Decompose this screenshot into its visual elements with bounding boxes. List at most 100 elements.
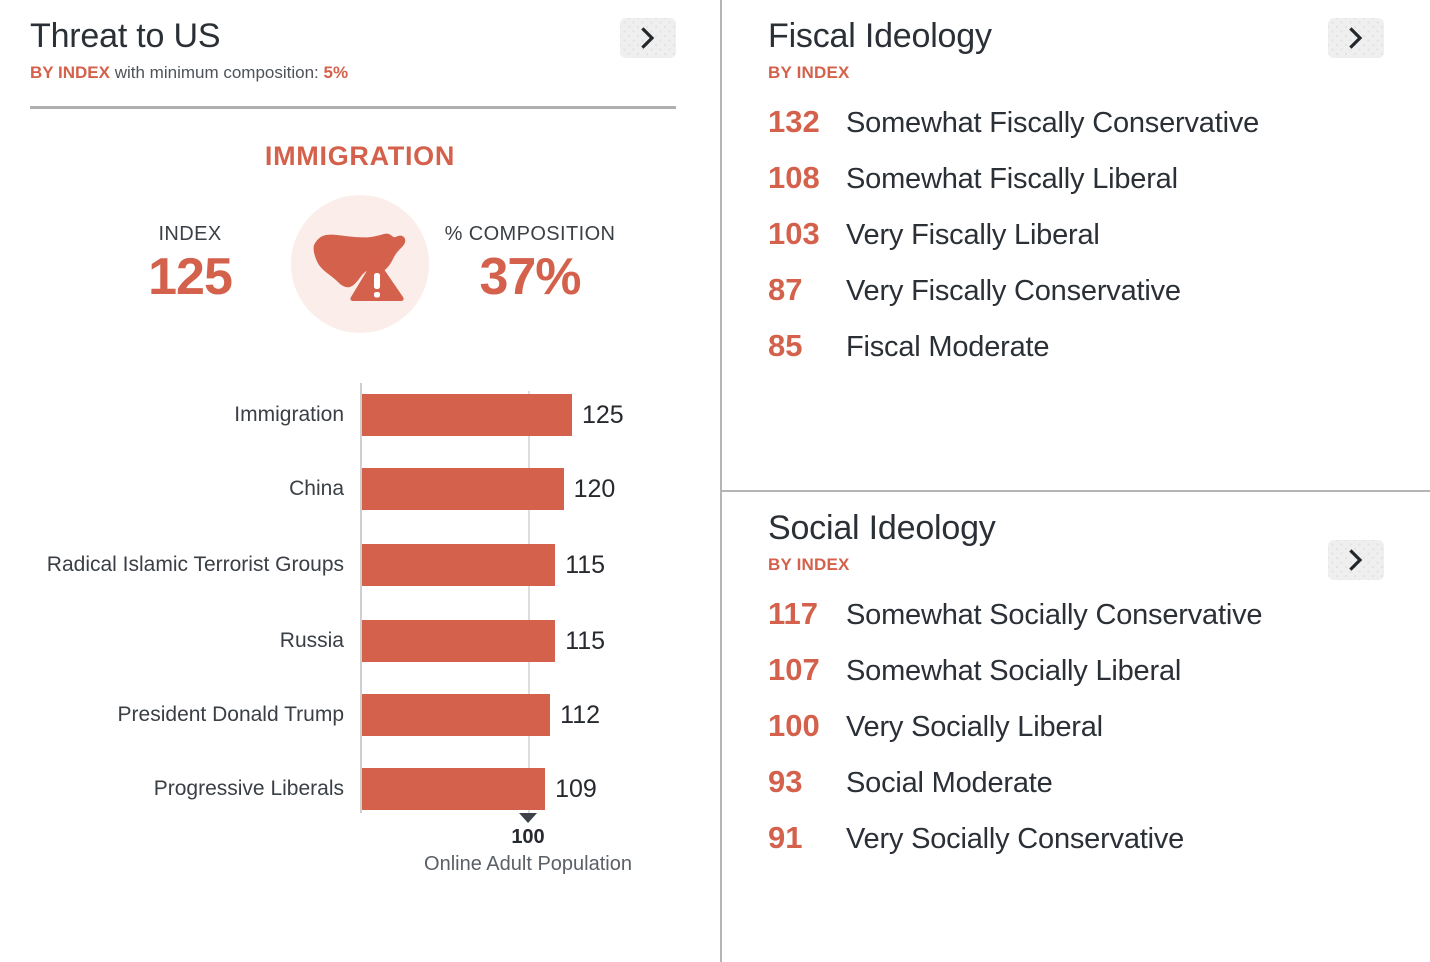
chart-axis-footer: 100 Online Adult Population — [424, 813, 632, 877]
fiscal-ideology-item[interactable]: 87 Very Fiscally Conservative — [768, 270, 1384, 326]
fiscal-ideology-item[interactable]: 108 Somewhat Fiscally Liberal — [768, 158, 1384, 214]
chart-bar-row[interactable]: Radical Islamic Terrorist Groups 115 — [0, 544, 720, 586]
chart-bar-track: 115 — [362, 620, 720, 662]
social-ideology-item[interactable]: 93 Social Moderate — [768, 762, 1384, 818]
fiscal-ideology-item[interactable]: 132 Somewhat Fiscally Conservative — [768, 102, 1384, 158]
fiscal-ideology-item[interactable]: 103 Very Fiscally Liberal — [768, 214, 1384, 270]
chart-bar-track: 115 — [362, 544, 720, 586]
min-composition-text: with minimum composition: — [110, 63, 324, 82]
chart-bar-track: 125 — [362, 394, 720, 436]
chart-bar-value: 112 — [560, 701, 601, 729]
social-ideology-item-value: 107 — [768, 652, 820, 687]
chart-bar-label: Radical Islamic Terrorist Groups — [46, 553, 344, 576]
index-kpi-label: INDEX — [158, 223, 222, 245]
social-ideology-item-label: Somewhat Socially Conservative — [846, 599, 1263, 631]
chart-bar-row[interactable]: Immigration 125 — [0, 394, 720, 436]
dashboard-root: Threat to US BY INDEX with minimum compo… — [0, 0, 1430, 962]
chevron-right-icon — [640, 27, 656, 49]
social-ideology-item-value: 91 — [768, 820, 803, 855]
chart-bar[interactable] — [362, 544, 556, 586]
social-panel-subtitle: BY INDEX — [768, 555, 850, 574]
ideology-column: Fiscal Ideology BY INDEX 132 Somewhat Fis… — [722, 0, 1430, 962]
social-panel-expand-button[interactable] — [1328, 540, 1384, 580]
chart-bar-value: 109 — [555, 775, 597, 803]
chevron-right-icon — [1348, 27, 1364, 49]
chart-bar-label: China — [289, 477, 344, 500]
header-divider — [30, 106, 676, 109]
fiscal-ideology-item-label: Very Fiscally Liberal — [846, 219, 1100, 251]
threat-to-us-panel: Threat to US BY INDEX with minimum compo… — [0, 0, 722, 962]
chart-bar[interactable] — [362, 694, 551, 736]
summary-title: IMMIGRATION — [264, 141, 456, 171]
threat-panel-expand-button[interactable] — [620, 18, 676, 58]
social-ideology-item-label: Very Socially Liberal — [846, 711, 1103, 743]
us-map-warning-icon — [308, 223, 412, 306]
chart-axis-caption: Online Adult Population — [424, 853, 632, 875]
threat-panel-subtitle: BY INDEX with minimum composition: 5% — [30, 62, 690, 84]
social-ideology-item[interactable]: 91 Very Socially Conservative — [768, 818, 1384, 874]
threat-panel-header: Threat to US BY INDEX with minimum compo… — [0, 0, 720, 84]
chart-bar-track: 120 — [362, 468, 720, 510]
chart-reference-gridline — [528, 391, 530, 813]
fiscal-ideology-item-value: 103 — [768, 216, 820, 251]
chart-bar-value: 115 — [565, 627, 606, 655]
fiscal-ideology-item[interactable]: 85 Fiscal Moderate — [768, 326, 1384, 382]
chart-bar[interactable] — [362, 620, 556, 662]
social-ideology-item[interactable]: 100 Very Socially Liberal — [768, 706, 1384, 762]
social-ideology-item[interactable]: 107 Somewhat Socially Liberal — [768, 650, 1384, 706]
min-composition-value: 5% — [323, 63, 349, 82]
chart-bar-value: 125 — [582, 401, 624, 429]
chart-plot-area: Immigration 125 China 120 Radical Islamic Te… — [0, 377, 720, 813]
fiscal-ideology-panel: Fiscal Ideology BY INDEX 132 Somewhat Fis… — [722, 0, 1430, 492]
composition-kpi-label: % COMPOSITION — [444, 223, 616, 245]
fiscal-ranked-list: 132 Somewhat Fiscally Conservative 108 Some… — [768, 102, 1384, 382]
triangle-down-marker-icon — [519, 813, 537, 823]
chart-bar-row[interactable]: China 120 — [0, 468, 720, 510]
chart-bar-label: President Donald Trump — [117, 703, 344, 726]
fiscal-ideology-item-label: Very Fiscally Conservative — [846, 275, 1181, 307]
social-ideology-item-value: 100 — [768, 708, 820, 743]
summary-icon-badge — [291, 195, 429, 333]
chart-bar-label: Progressive Liberals — [153, 777, 344, 800]
chevron-right-icon — [1348, 549, 1364, 571]
chart-bar-label: Russia — [279, 629, 344, 652]
fiscal-ideology-item-label: Fiscal Moderate — [846, 331, 1050, 363]
chart-bar[interactable] — [362, 468, 564, 510]
social-ideology-item-label: Very Socially Conservative — [846, 823, 1185, 855]
social-ideology-panel: Social Ideology BY INDEX 117 Somewhat Soc… — [722, 492, 1430, 962]
chart-bar-value: 120 — [573, 475, 616, 503]
social-ideology-item[interactable]: 117 Somewhat Socially Conservative — [768, 594, 1384, 650]
chart-bar-track: 109 — [362, 768, 720, 810]
fiscal-panel-expand-button[interactable] — [1328, 18, 1384, 58]
fiscal-ideology-item-value: 85 — [768, 328, 803, 363]
social-panel-title: Social Ideology — [768, 509, 996, 547]
fiscal-ideology-item-label: Somewhat Fiscally Liberal — [846, 163, 1178, 195]
chart-bar[interactable] — [362, 394, 572, 436]
threat-bar-chart: Immigration 125 China 120 Radical Islamic Te… — [0, 377, 720, 875]
social-ideology-item-label: Somewhat Socially Liberal — [846, 655, 1182, 687]
by-index-label: BY INDEX — [30, 63, 110, 82]
social-ideology-item-label: Social Moderate — [846, 767, 1053, 799]
social-ideology-item-value: 93 — [768, 764, 803, 799]
composition-kpi-value: 37% — [479, 248, 581, 306]
index-kpi-value: 125 — [148, 248, 233, 306]
fiscal-panel-title: Fiscal Ideology — [768, 17, 992, 55]
chart-bar[interactable] — [362, 768, 546, 810]
social-ideology-item-value: 117 — [768, 596, 819, 631]
composition-kpi: % COMPOSITION 37% — [435, 221, 625, 307]
fiscal-panel-subtitle: BY INDEX — [768, 63, 850, 82]
chart-bar-row[interactable]: Progressive Liberals 109 — [0, 768, 720, 810]
kpi-row: INDEX 125 % COMPOSITION 37% — [0, 195, 720, 333]
immigration-summary: IMMIGRATION INDEX 125 % COMPOSITION 37% — [0, 139, 720, 333]
fiscal-ideology-item-label: Somewhat Fiscally Conservative — [846, 107, 1260, 139]
page-title: Threat to US — [30, 17, 221, 55]
chart-bar-value: 115 — [565, 551, 606, 579]
index-kpi: INDEX 125 — [95, 221, 285, 307]
chart-bar-label: Immigration — [234, 403, 344, 426]
chart-bar-row[interactable]: Russia 115 — [0, 620, 720, 662]
chart-bar-track: 112 — [362, 694, 720, 736]
fiscal-ideology-item-value: 87 — [768, 272, 803, 307]
chart-bar-row[interactable]: President Donald Trump 112 — [0, 694, 720, 736]
fiscal-ideology-item-value: 108 — [768, 160, 820, 195]
fiscal-ideology-item-value: 132 — [768, 104, 820, 139]
